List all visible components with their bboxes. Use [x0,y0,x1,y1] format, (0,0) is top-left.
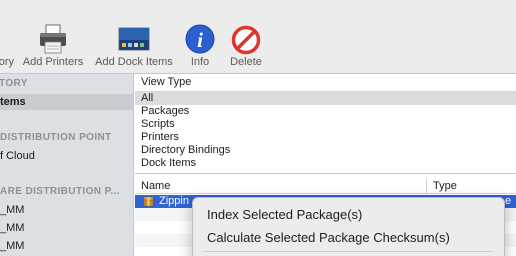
sidebar-item-mm-2[interactable]: _MM [0,222,24,234]
sidebar-heading-distribution-point: DISTRIBUTION POINT [0,132,112,143]
view-type-title: View Type [141,76,192,88]
view-type-option-directory-bindings[interactable]: Directory Bindings [135,144,516,157]
menu-separator [203,251,493,252]
view-type-panel: View Type All Packages Scripts Printers … [135,74,516,173]
column-header-name[interactable]: Name [135,178,427,194]
info-button[interactable]: i Info [180,20,220,72]
view-type-list: All Packages Scripts Printers Directory … [135,91,516,170]
menu-item-index-selected-packages[interactable]: Index Selected Package(s) [207,207,362,222]
info-icon: i [185,24,215,54]
toolbar-history-label: ory [0,56,14,68]
sidebar-item-cloud[interactable]: f Cloud [0,150,35,162]
sidebar-item-mm-3[interactable]: _MM [0,240,24,252]
sidebar-heading-repository: TORY [0,78,28,89]
printer-icon [40,24,66,54]
toolbar: ory Add Printers Add Dock Items i Info D… [0,0,516,74]
view-type-option-dock-items[interactable]: Dock Items [135,157,516,170]
delete-label: Delete [230,56,262,68]
column-header-type[interactable]: Type [427,178,516,194]
menu-item-calculate-package-checksums[interactable]: Calculate Selected Package Checksum(s) [207,230,450,245]
sidebar-item-mm-1[interactable]: _MM [0,204,24,216]
add-dock-items-button[interactable]: Add Dock Items [92,20,176,72]
view-type-option-scripts[interactable]: Scripts [135,118,516,131]
context-menu: Index Selected Package(s) Calculate Sele… [192,197,505,256]
add-printers-button[interactable]: Add Printers [18,20,88,72]
table-cell-type: e [505,195,512,207]
svg-text:i: i [197,28,203,52]
view-type-option-all[interactable]: All [135,92,516,105]
info-label: Info [190,56,210,68]
package-icon [143,196,154,207]
view-type-option-printers[interactable]: Printers [135,131,516,144]
header-divider [135,193,516,194]
sidebar-heading-software-distribution: ARE DISTRIBUTION P... [0,186,120,197]
delete-button[interactable]: Delete [224,20,268,72]
add-printers-label: Add Printers [22,56,84,68]
toolbar-history-button[interactable]: ory [0,20,14,72]
sidebar-item-items[interactable]: tems [0,94,133,110]
view-type-option-packages[interactable]: Packages [135,105,516,118]
sidebar: TORY tems DISTRIBUTION POINT f Cloud ARE… [0,74,134,256]
delete-icon [231,25,261,55]
dock-items-icon [118,27,150,51]
add-dock-items-label: Add Dock Items [95,56,173,68]
